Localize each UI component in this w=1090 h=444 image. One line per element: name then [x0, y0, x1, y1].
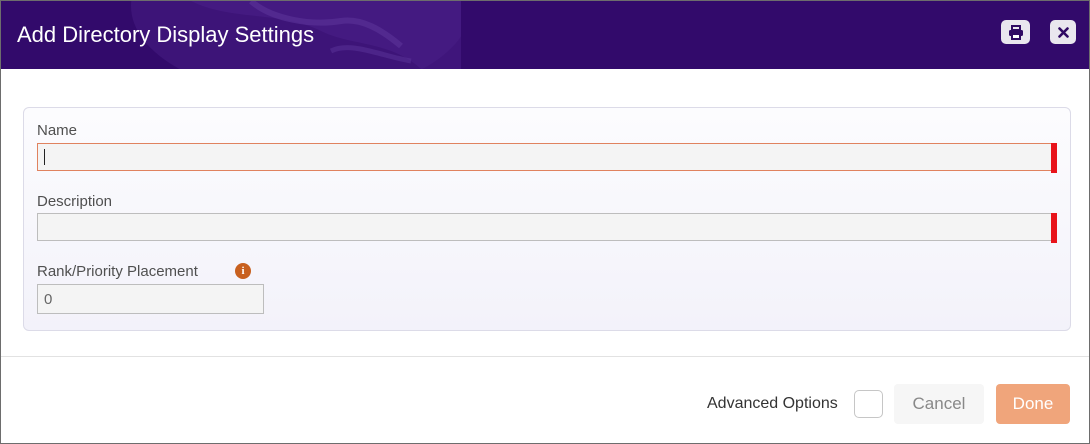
- advanced-options-label: Advanced Options: [707, 395, 838, 412]
- dialog-title: Add Directory Display Settings: [17, 22, 315, 47]
- dialog-header: Add Directory Display Settings: [1, 1, 1089, 69]
- add-directory-dialog: Add Directory Display Settings Name Desc…: [0, 0, 1090, 444]
- rank-input[interactable]: [37, 284, 264, 314]
- done-button[interactable]: Done: [996, 384, 1070, 424]
- print-button[interactable]: [1001, 20, 1030, 44]
- name-input[interactable]: [37, 143, 1057, 171]
- settings-panel: Name Description Rank/Priority Placement…: [23, 107, 1071, 331]
- description-input[interactable]: [37, 213, 1057, 241]
- footer-divider: [1, 356, 1089, 357]
- description-required-marker: [1051, 213, 1057, 243]
- cancel-button[interactable]: Cancel: [894, 384, 984, 424]
- info-icon[interactable]: i: [235, 263, 251, 279]
- advanced-options-checkbox[interactable]: [854, 390, 883, 418]
- description-label: Description: [37, 193, 113, 210]
- name-required-marker: [1051, 143, 1057, 173]
- close-button[interactable]: [1050, 20, 1076, 44]
- name-label: Name: [37, 122, 78, 139]
- text-cursor: [44, 149, 45, 165]
- print-icon: [1008, 24, 1023, 40]
- close-icon: [1057, 26, 1069, 38]
- rank-label: Rank/Priority Placement: [37, 263, 198, 280]
